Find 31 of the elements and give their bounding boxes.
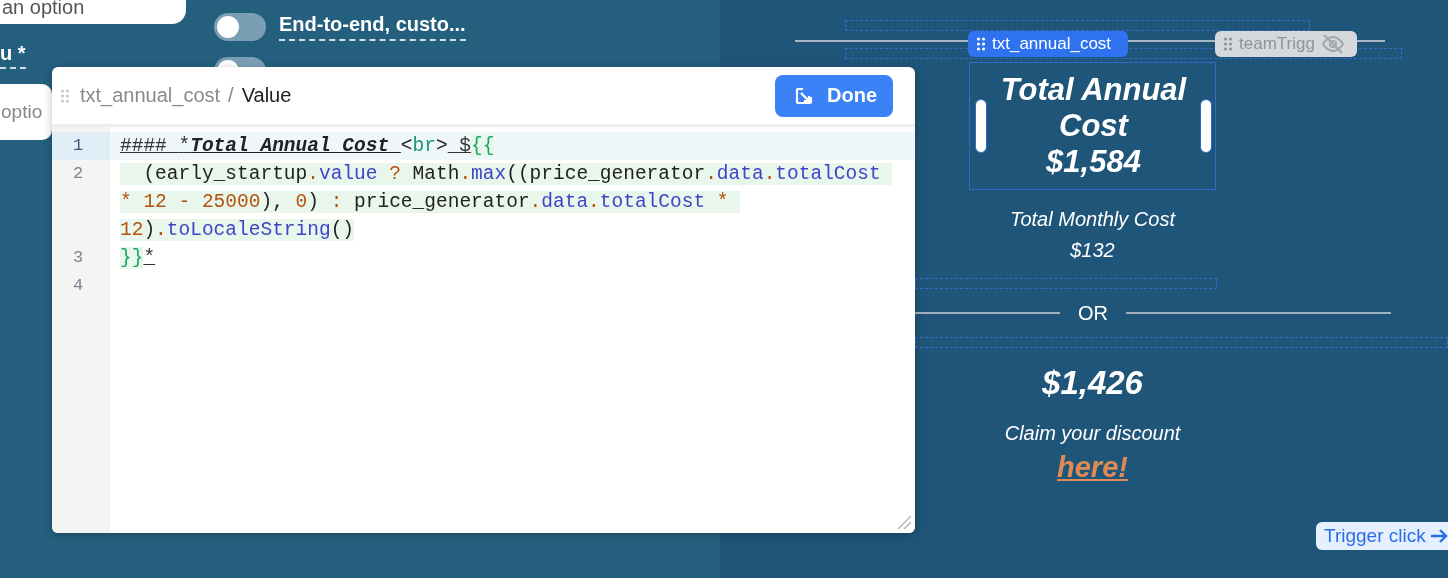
toggle-label: End-to-end, custo...: [279, 13, 466, 41]
claim-text: Claim your discount: [1004, 422, 1181, 445]
line-number: 4: [71, 275, 85, 297]
done-button[interactable]: Done: [775, 74, 893, 117]
amount-text: $1,584: [1046, 144, 1141, 180]
arrow-right-icon: [1429, 528, 1448, 544]
element-tag[interactable]: txt_annual_cost: [968, 31, 1128, 57]
resize-handle[interactable]: [1200, 99, 1212, 153]
resize-handle[interactable]: [975, 99, 987, 153]
monthly-cost-amount: $132: [1070, 238, 1115, 263]
line-number: 3: [71, 247, 85, 269]
open-external-icon: [795, 86, 813, 105]
line-number: 1: [52, 132, 110, 160]
trigger-button[interactable]: Trigger click: [1316, 522, 1448, 550]
drag-handle-icon[interactable]: [1223, 36, 1233, 52]
breadcrumb: txt_annual_cost / Value: [80, 84, 292, 107]
field-label: u *: [0, 42, 26, 69]
toggle-switch[interactable]: [214, 13, 266, 41]
drag-handle-icon[interactable]: [60, 87, 70, 104]
line-number: 2: [71, 163, 85, 185]
heading-text: Total Annual Cost: [999, 72, 1188, 144]
claim-link[interactable]: here!: [1057, 451, 1128, 484]
selection-frame[interactable]: Total Annual Cost $1,584: [969, 62, 1216, 190]
element-tag[interactable]: teamTrigg: [1215, 31, 1357, 57]
divider-text: OR: [1078, 301, 1108, 325]
option-field[interactable]: optio: [0, 84, 52, 140]
resize-grip-icon[interactable]: [896, 514, 912, 530]
drag-handle-icon[interactable]: [976, 36, 986, 52]
code-line: #### *Total Annual Cost <br> ${{: [119, 134, 496, 159]
monthly-cost-label: Total Monthly Cost: [1010, 207, 1175, 232]
discount-amount: $1,426: [1042, 364, 1143, 402]
